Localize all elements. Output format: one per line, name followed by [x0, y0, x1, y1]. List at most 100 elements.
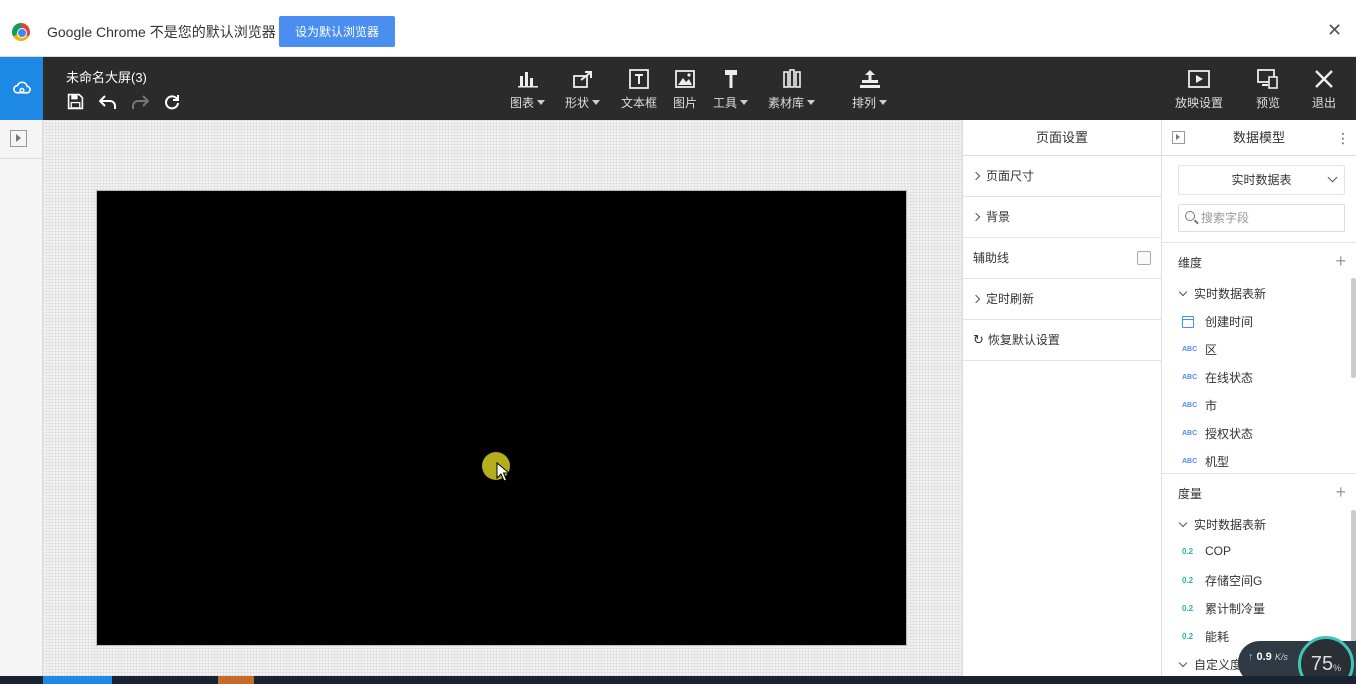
dimension-field[interactable]: ABC 区	[1182, 341, 1217, 358]
dimension-group[interactable]: 实时数据表新	[1178, 285, 1267, 302]
measure-group-label: 实时数据表新	[1194, 518, 1267, 532]
restore-defaults-row[interactable]: ↻ 恢复默认设置	[963, 320, 1161, 361]
chart-menu-button[interactable]: 图表	[510, 67, 546, 111]
redo-icon[interactable]	[130, 92, 149, 111]
dimension-group-label: 实时数据表新	[1194, 287, 1267, 301]
image-button[interactable]: 图片	[673, 67, 697, 111]
undo-icon[interactable]	[98, 92, 117, 111]
main-toolbar: 未命名大屏(3) 图表 形状 文本框 图片 工具 素材库 排列 放映设置 预览 …	[0, 57, 1356, 120]
field-name: 存储空间G	[1205, 574, 1263, 588]
infobar-message: Google Chrome 不是您的默认浏览器	[47, 24, 276, 40]
background-label: 背景	[986, 210, 1011, 224]
number-type-icon: 0.2	[1182, 576, 1194, 585]
custom-measure-group[interactable]: 自定义度	[1178, 656, 1243, 673]
measures-title: 度量	[1178, 487, 1203, 501]
preview-monitor-icon	[1256, 67, 1280, 91]
measure-field[interactable]: 0.2 能耗	[1182, 628, 1229, 645]
chart-label: 图表	[510, 96, 535, 110]
table-select[interactable]: 实时数据表	[1178, 165, 1345, 195]
dashboard-screen[interactable]	[96, 190, 907, 646]
usage-percent: 75	[1310, 652, 1334, 675]
measure-field[interactable]: 0.2 COP	[1182, 544, 1231, 558]
field-name: COP	[1205, 544, 1232, 558]
measure-group[interactable]: 实时数据表新	[1178, 516, 1267, 533]
restore-icon: ↻	[973, 332, 984, 347]
number-type-icon: 0.2	[1182, 632, 1194, 641]
textbox-label: 文本框	[621, 96, 658, 110]
library-caret-icon	[807, 100, 816, 105]
guides-checkbox[interactable]	[1137, 251, 1151, 265]
app-logo-button[interactable]	[0, 57, 43, 120]
dimensions-scrollbar[interactable]	[1351, 278, 1356, 378]
data-model-title: 数据模型	[1232, 130, 1285, 145]
chevron-down-icon	[1178, 658, 1188, 668]
dimension-field[interactable]: 创建时间	[1182, 313, 1253, 330]
image-label: 图片	[673, 96, 698, 110]
refresh-icon[interactable]	[162, 92, 181, 111]
text-type-icon: ABC	[1182, 346, 1198, 353]
mouse-cursor-icon	[496, 462, 510, 482]
collapse-panel-icon[interactable]	[1172, 131, 1185, 144]
search-input[interactable]	[1201, 209, 1336, 227]
textbox-icon	[627, 67, 651, 91]
number-type-icon: 0.2	[1182, 546, 1194, 556]
field-search[interactable]	[1178, 204, 1345, 232]
page-settings-title: 页面设置	[963, 120, 1161, 156]
more-options-icon[interactable]: ⋮	[1336, 120, 1350, 156]
library-label: 素材库	[768, 96, 805, 110]
arrange-caret-icon	[879, 100, 888, 105]
measure-field[interactable]: 0.2 存储空间G	[1182, 572, 1262, 589]
field-name: 授权状态	[1205, 427, 1254, 441]
speed-value: 0.9	[1256, 651, 1272, 663]
guides-row: 辅助线	[963, 238, 1161, 279]
library-menu-button[interactable]: 素材库	[768, 67, 816, 111]
shape-label: 形状	[565, 96, 590, 110]
field-name: 能耗	[1205, 630, 1230, 644]
restore-defaults-label: 恢复默认设置	[987, 333, 1060, 347]
chevron-down-icon	[1178, 287, 1188, 297]
tools-menu-button[interactable]: 工具	[713, 67, 749, 111]
calendar-icon	[1182, 315, 1194, 328]
exit-label: 退出	[1312, 96, 1337, 110]
preview-button[interactable]: 预览	[1256, 67, 1280, 111]
data-model-panel: 数据模型 ⋮ 实时数据表 维度 + 实时数据表新 创建时间 ABC 区 ABC 在线…	[1162, 120, 1356, 676]
taskbar-active-item[interactable]	[43, 676, 112, 684]
add-dimension-icon[interactable]: +	[1335, 252, 1346, 270]
field-name: 机型	[1205, 455, 1230, 469]
number-type-icon: 0.2	[1182, 604, 1194, 613]
divider	[1162, 242, 1356, 243]
dimensions-title: 维度	[1178, 256, 1203, 270]
page-size-row[interactable]: 页面尺寸	[963, 156, 1161, 197]
taskbar-item[interactable]	[218, 676, 254, 684]
play-settings-button[interactable]: 放映设置	[1175, 67, 1223, 111]
save-icon[interactable]	[66, 92, 85, 111]
infobar-close-icon[interactable]: ✕	[1327, 21, 1342, 39]
image-icon	[673, 67, 697, 91]
document-title[interactable]: 未命名大屏(3)	[66, 67, 147, 86]
custom-measure-group-label: 自定义度	[1194, 658, 1243, 672]
set-default-browser-button[interactable]: 设为默认浏览器	[279, 16, 395, 47]
chart-caret-icon	[537, 100, 546, 105]
shape-menu-button[interactable]: 形状	[565, 67, 601, 111]
bar-chart-icon	[516, 67, 540, 91]
add-measure-icon[interactable]: +	[1335, 483, 1346, 501]
data-model-header: 数据模型 ⋮	[1162, 120, 1356, 156]
arrange-menu-button[interactable]: 排列	[852, 67, 888, 111]
shape-icon	[571, 67, 595, 91]
dimension-field[interactable]: ABC 授权状态	[1182, 425, 1253, 442]
exit-button[interactable]: 退出	[1312, 67, 1336, 111]
dimension-field[interactable]: ABC 在线状态	[1182, 369, 1253, 386]
expand-panel-icon[interactable]	[10, 130, 27, 147]
measure-field[interactable]: 0.2 累计制冷量	[1182, 600, 1265, 617]
auto-refresh-row[interactable]: 定时刷新	[963, 279, 1161, 320]
canvas-area[interactable]	[43, 120, 962, 676]
dimension-field[interactable]: ABC 市	[1182, 397, 1217, 414]
dimension-field[interactable]: ABC 机型	[1182, 453, 1229, 470]
textbox-button[interactable]: 文本框	[621, 67, 657, 111]
left-sidebar	[0, 120, 43, 676]
background-row[interactable]: 背景	[963, 197, 1161, 238]
chevron-down-icon	[1327, 172, 1338, 183]
chevron-right-icon	[971, 171, 981, 181]
auto-refresh-label: 定时刷新	[986, 292, 1035, 306]
quick-actions	[66, 92, 181, 111]
